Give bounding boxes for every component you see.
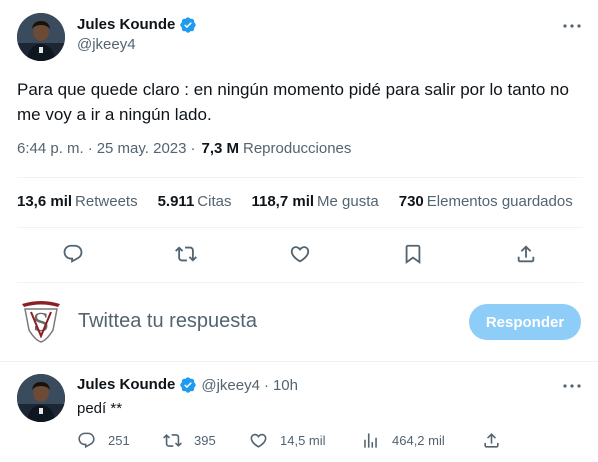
tweet-text: Para que quede claro : en ningún momento… [17, 80, 569, 124]
meta-separator: · [190, 140, 196, 157]
tweet-actions [0, 236, 598, 272]
reply-input[interactable]: Twittea tu respuesta [78, 310, 257, 333]
views-icon [364, 432, 377, 448]
share-icon[interactable] [514, 242, 538, 266]
stat-label: Me gusta [317, 193, 379, 210]
handle[interactable]: @jkeey4 [201, 377, 260, 394]
stat-count: 13,6 mil [17, 193, 73, 210]
stat-likes[interactable]: 118,7 mil Me gusta [251, 193, 378, 210]
tweet-time[interactable]: 6:44 p. m. [17, 140, 84, 157]
bookmark-icon[interactable] [401, 242, 425, 266]
stat-bookmarks[interactable]: 730 Elementos guardados [399, 193, 573, 210]
display-name[interactable]: Jules Kounde [77, 375, 175, 395]
reply-actions: 251 395 14,5 mil 464,2 mil [77, 429, 507, 451]
views-count: 7,3 M [201, 140, 239, 157]
verified-badge-icon [179, 376, 197, 394]
tweet-time[interactable]: 10h [273, 377, 298, 394]
more-options-icon[interactable] [560, 16, 584, 36]
display-name[interactable]: Jules Kounde [77, 15, 175, 35]
stat-quotes[interactable]: 5.911 Citas [158, 193, 232, 210]
share-action[interactable] [482, 429, 501, 451]
stat-label: Elementos guardados [426, 193, 573, 210]
views-label: Reproducciones [243, 140, 352, 157]
avatar[interactable] [17, 13, 65, 61]
retweet-icon[interactable] [174, 242, 198, 266]
retweet-action[interactable]: 395 [163, 429, 216, 451]
reply-icon [78, 432, 95, 448]
stat-count: 118,7 mil [251, 193, 315, 210]
meta-separator: · [87, 140, 93, 157]
avatar[interactable] [17, 374, 65, 422]
divider [17, 282, 583, 283]
stat-count: 730 [398, 193, 424, 210]
meta-separator: · [263, 376, 269, 394]
share-icon [484, 432, 499, 448]
reply-action[interactable]: 251 [77, 429, 130, 451]
like-icon[interactable] [288, 242, 312, 266]
reply-button[interactable]: Responder [469, 304, 581, 340]
like-action[interactable]: 14,5 mil [249, 429, 326, 451]
views-action[interactable]: 464,2 mil [361, 429, 445, 451]
stat-count: 5.911 [157, 193, 195, 210]
reply-count: 251 [108, 432, 130, 448]
views-count: 464,2 mil [392, 432, 445, 448]
verified-badge-icon [179, 16, 197, 34]
tweet-stats: 13,6 mil Retweets 5.911 Citas 118,7 mil Me … [17, 193, 593, 210]
retweet-count: 395 [194, 432, 216, 448]
reply-composer: S Twittea tu respuesta Responder [0, 288, 598, 360]
stat-label: Retweets [75, 193, 138, 210]
stat-label: Citas [197, 193, 232, 210]
like-count: 14,5 mil [280, 432, 326, 448]
tweet-meta: 6:44 p. m. · 25 may. 2023 · 7,3 M Reprod… [17, 140, 351, 157]
user-avatar-logo[interactable]: S [17, 296, 65, 344]
divider [17, 227, 583, 228]
tweet-date[interactable]: 25 may. 2023 [97, 140, 187, 157]
like-icon [250, 433, 267, 448]
stat-retweets[interactable]: 13,6 mil Retweets [17, 193, 138, 210]
reply-icon[interactable] [61, 242, 85, 266]
more-options-icon[interactable] [560, 376, 584, 396]
retweet-icon [163, 433, 182, 447]
handle[interactable]: @jkeey4 [77, 36, 136, 53]
tweet-text: pedí ** [77, 400, 123, 417]
divider [17, 177, 583, 178]
reply-tweet[interactable]: Jules Kounde @jkeey4 · 10h pedí ** 251 3… [0, 362, 598, 462]
